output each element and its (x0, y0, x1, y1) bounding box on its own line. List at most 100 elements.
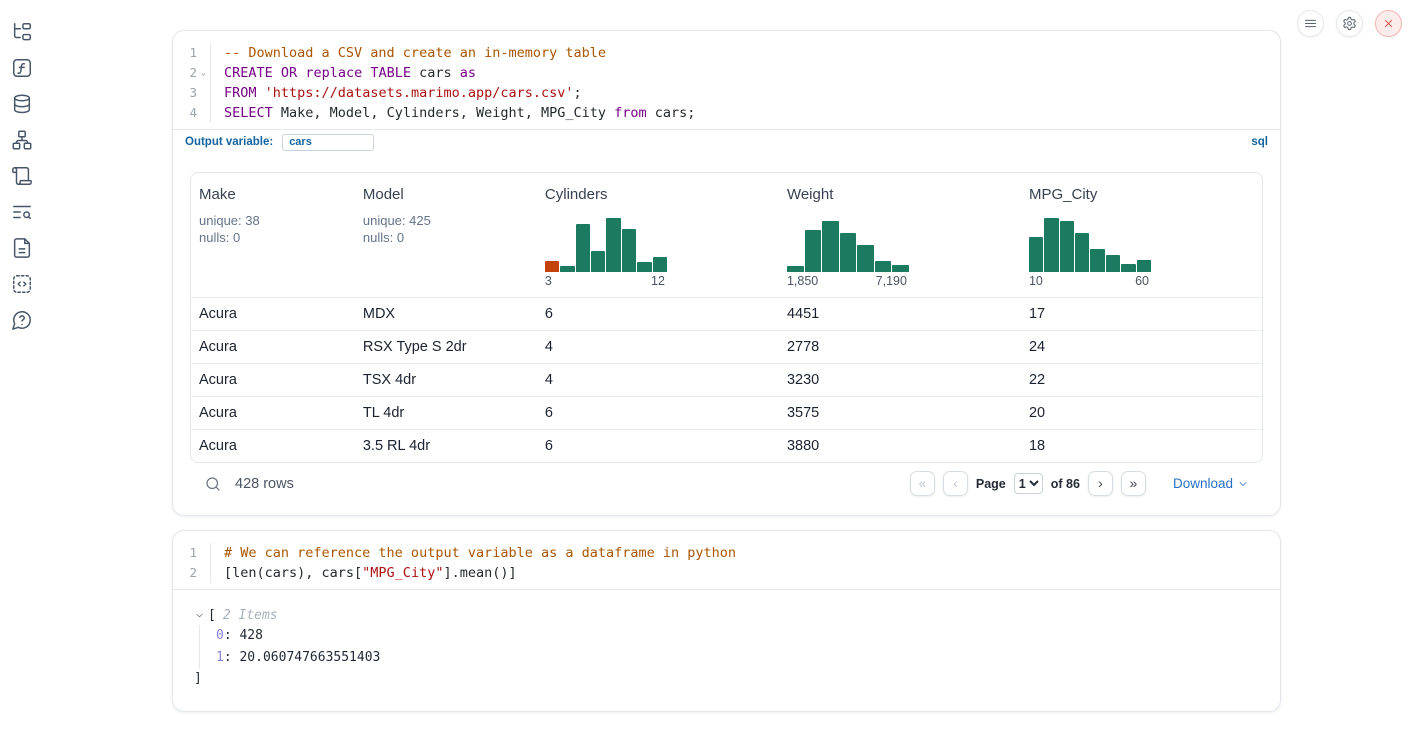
table-cell[interactable]: Acura (191, 430, 355, 463)
table-cell[interactable]: TSX 4dr (355, 364, 537, 397)
histogram-bar[interactable] (892, 265, 909, 272)
column-header-cylinders[interactable]: Cylinders312 (537, 173, 779, 298)
table-row[interactable]: AcuraRSX Type S 2dr4277824 (191, 331, 1262, 364)
table-cell[interactable]: TL 4dr (355, 397, 537, 430)
sidebar-item-snippets[interactable] (11, 273, 33, 295)
sidebar-item-help[interactable] (11, 309, 33, 331)
sidebar-item-datasources[interactable] (11, 93, 33, 115)
menu-button[interactable] (1297, 10, 1324, 37)
sidebar-item-variables[interactable] (11, 57, 33, 79)
histogram-bar[interactable] (1121, 264, 1135, 272)
histogram-bar[interactable] (545, 261, 559, 272)
table-cell[interactable]: 4 (537, 364, 779, 397)
hist-min-label: 1,850 (787, 274, 818, 288)
python-code-editor[interactable]: 1# We can reference the output variable … (173, 531, 1280, 589)
tree-item[interactable]: 1: 20.060747663551403 (216, 647, 1280, 669)
histogram-bar[interactable] (1075, 233, 1089, 272)
tree-item-key: 1 (216, 650, 224, 665)
chevron-down-icon[interactable] (194, 610, 205, 621)
download-label: Download (1173, 476, 1233, 491)
table-cell[interactable]: 22 (1021, 364, 1262, 397)
table-cell[interactable]: 4451 (779, 298, 1021, 331)
column-header-weight[interactable]: Weight1,8507,190 (779, 173, 1021, 298)
sidebar-item-file-explorer[interactable] (11, 21, 33, 43)
histogram-bar[interactable] (822, 221, 839, 272)
histogram-bar[interactable] (560, 266, 574, 272)
table-cell[interactable]: Acura (191, 331, 355, 364)
sql-code-editor[interactable]: 1-- Download a CSV and create an in-memo… (173, 31, 1280, 129)
histogram-bar[interactable] (857, 245, 874, 272)
histogram-bar[interactable] (787, 266, 804, 272)
table-cell[interactable]: 6 (537, 430, 779, 463)
settings-button[interactable] (1336, 10, 1363, 37)
tree-root: [ 2 Items (194, 605, 1280, 625)
close-button[interactable] (1375, 10, 1402, 37)
column-header-mpg_city[interactable]: MPG_City1060 (1021, 173, 1262, 298)
column-header-make[interactable]: Makeunique: 38nulls: 0 (191, 173, 355, 298)
table-row[interactable]: AcuraTSX 4dr4323022 (191, 364, 1262, 397)
table-cell[interactable]: 6 (537, 298, 779, 331)
histogram-bar[interactable] (1137, 260, 1151, 272)
sidebar-item-outline-search[interactable] (11, 201, 33, 223)
table-cell[interactable]: 3575 (779, 397, 1021, 430)
table-cell[interactable]: 24 (1021, 331, 1262, 364)
stat-line: unique: 425 (363, 212, 529, 229)
next-page-button[interactable]: › (1088, 471, 1113, 496)
table-row[interactable]: AcuraMDX6445117 (191, 298, 1262, 331)
table-cell[interactable]: 20 (1021, 397, 1262, 430)
code-line[interactable]: 2[len(cars), cars["MPG_City"].mean()] (173, 563, 1280, 583)
sidebar-item-logs[interactable] (11, 165, 33, 187)
histogram-bar[interactable] (1060, 221, 1074, 272)
histogram-bar[interactable] (1090, 249, 1104, 272)
table-cell[interactable]: 6 (537, 397, 779, 430)
histogram-bar[interactable] (637, 262, 651, 272)
histogram-bar[interactable] (1106, 255, 1120, 272)
prev-page-button[interactable]: ‹ (943, 471, 968, 496)
table-cell[interactable]: 18 (1021, 430, 1262, 463)
code-line[interactable]: 1# We can reference the output variable … (173, 543, 1280, 563)
table-cell[interactable]: 2778 (779, 331, 1021, 364)
search-icon[interactable] (204, 475, 222, 493)
table-row[interactable]: AcuraTL 4dr6357520 (191, 397, 1262, 430)
download-button[interactable]: Download (1173, 476, 1249, 491)
sidebar-item-dependency-graph[interactable] (11, 129, 33, 151)
hamburger-icon (1303, 16, 1318, 31)
table-cell[interactable]: 3.5 RL 4dr (355, 430, 537, 463)
histogram-bar[interactable] (1044, 218, 1058, 272)
sidebar-item-documentation[interactable] (11, 237, 33, 259)
table-cell[interactable]: MDX (355, 298, 537, 331)
code-icon (11, 273, 33, 295)
histogram-bar[interactable] (622, 229, 636, 272)
first-page-button[interactable]: « (910, 471, 935, 496)
histogram-bar[interactable] (653, 257, 667, 272)
table-cell[interactable]: Acura (191, 298, 355, 331)
histogram-weight: 1,8507,190 (787, 218, 909, 288)
table-cell[interactable]: Acura (191, 364, 355, 397)
histogram-bar[interactable] (606, 218, 620, 272)
code-line[interactable]: 2⌄CREATE OR replace TABLE cars as (173, 63, 1280, 83)
table-cell[interactable]: 4 (537, 331, 779, 364)
table-row[interactable]: Acura3.5 RL 4dr6388018 (191, 430, 1262, 463)
python-cell: 1# We can reference the output variable … (172, 530, 1281, 712)
code-line[interactable]: 3FROM 'https://datasets.marimo.app/cars.… (173, 83, 1280, 103)
table-cell[interactable]: 3230 (779, 364, 1021, 397)
table-cell[interactable]: 17 (1021, 298, 1262, 331)
histogram-bar[interactable] (805, 230, 822, 272)
histogram-bar[interactable] (875, 261, 892, 272)
histogram-bar[interactable] (840, 233, 857, 272)
fold-chevron-icon[interactable]: ⌄ (197, 63, 211, 83)
histogram-bar[interactable] (591, 251, 605, 272)
output-variable-input[interactable] (282, 134, 374, 151)
column-header-model[interactable]: Modelunique: 425nulls: 0 (355, 173, 537, 298)
code-line[interactable]: 4SELECT Make, Model, Cylinders, Weight, … (173, 103, 1280, 123)
code-line[interactable]: 1-- Download a CSV and create an in-memo… (173, 43, 1280, 63)
histogram-bar[interactable] (576, 224, 590, 272)
last-page-button[interactable]: » (1121, 471, 1146, 496)
table-cell[interactable]: 3880 (779, 430, 1021, 463)
page-select[interactable]: 1 (1014, 473, 1043, 494)
table-cell[interactable]: Acura (191, 397, 355, 430)
tree-item[interactable]: 0: 428 (216, 625, 1280, 647)
left-sidebar (0, 0, 44, 331)
table-cell[interactable]: RSX Type S 2dr (355, 331, 537, 364)
histogram-bar[interactable] (1029, 237, 1043, 272)
